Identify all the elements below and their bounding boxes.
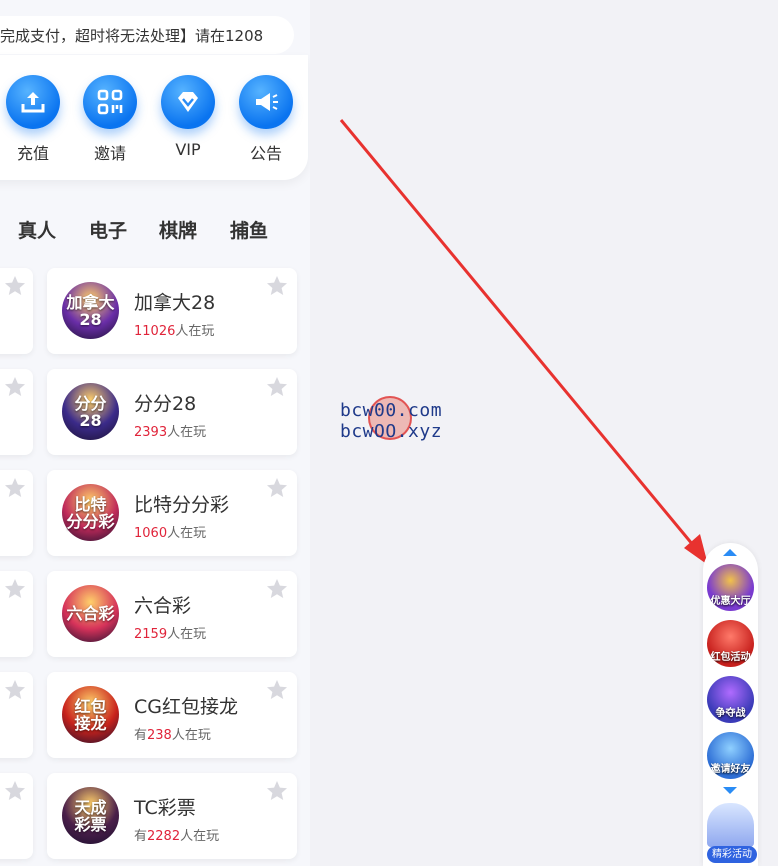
invite-friends-button[interactable]: 邀请好友 (707, 732, 754, 779)
scroll-down-icon[interactable] (723, 787, 737, 794)
contest-button[interactable]: 争夺战 (707, 676, 754, 723)
gift-box-icon[interactable] (707, 803, 754, 847)
promo-hall-label: 优惠大厅 (710, 596, 751, 607)
scroll-up-icon[interactable] (723, 549, 737, 556)
red-envelope-label: 红包活动 (710, 652, 751, 663)
featured-activity-button[interactable]: 精彩活动 (707, 846, 757, 863)
contest-label: 争夺战 (715, 708, 746, 719)
promo-float-bar: 优惠大厅 红包活动 争夺战 邀请好友 精彩活动 (703, 543, 758, 866)
promo-hall-button[interactable]: 优惠大厅 (707, 564, 754, 611)
invite-friends-label: 邀请好友 (710, 764, 751, 775)
red-envelope-button[interactable]: 红包活动 (707, 620, 754, 667)
annotation-arrow (339, 119, 708, 565)
